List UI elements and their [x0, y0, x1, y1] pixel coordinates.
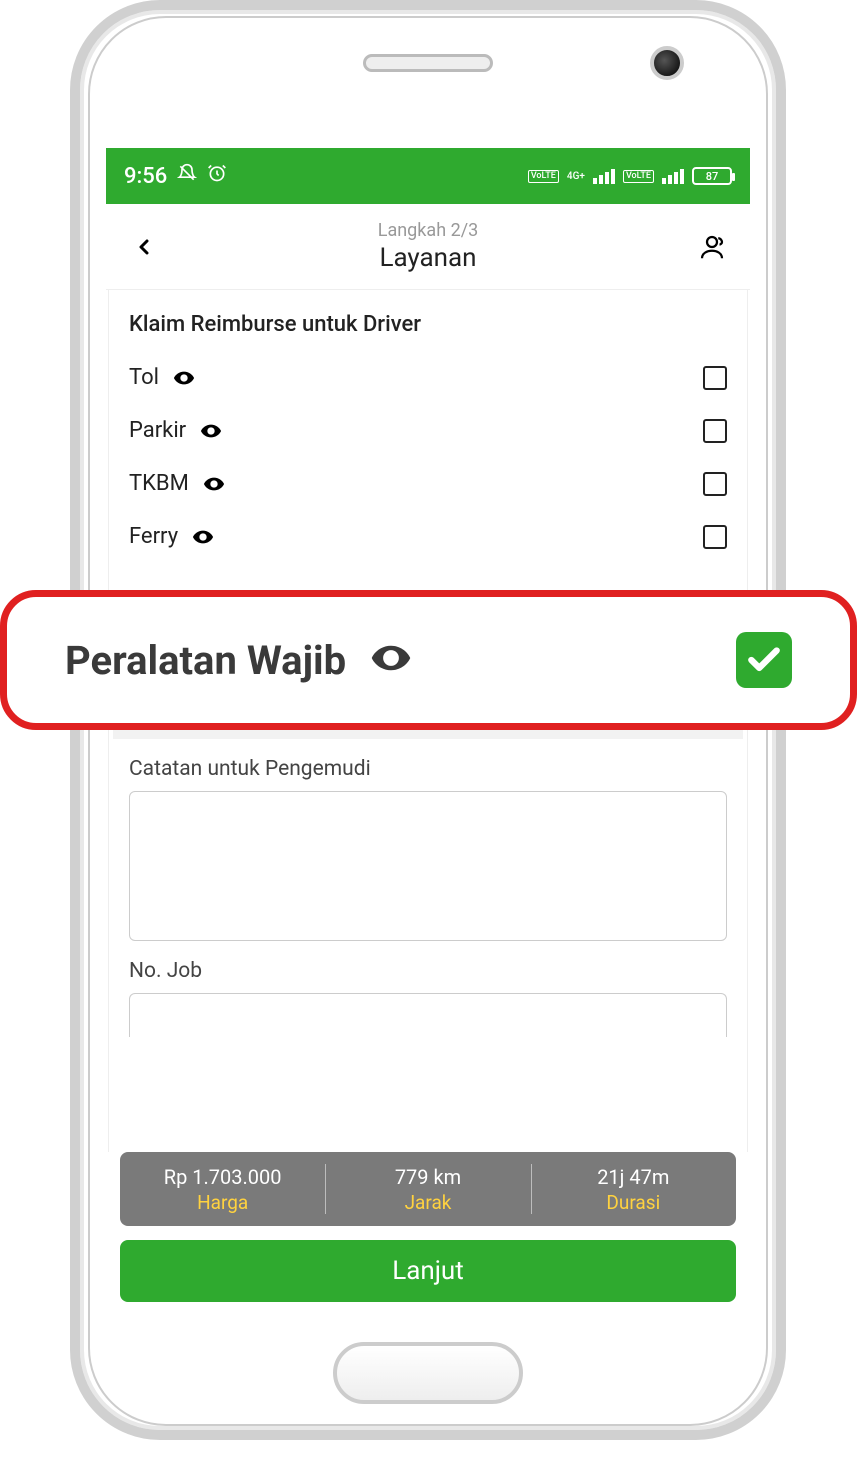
eye-icon[interactable] [173, 367, 195, 389]
driver-note-textarea[interactable] [129, 791, 727, 941]
job-no-input[interactable] [129, 993, 727, 1037]
eye-icon[interactable] [192, 526, 214, 548]
checkbox-parkir[interactable] [703, 419, 727, 443]
alarm-icon [207, 163, 227, 189]
reimburse-label: Tol [129, 365, 159, 390]
step-label: Langkah 2/3 [166, 220, 690, 241]
reimburse-label: Ferry [129, 524, 178, 549]
signal-bars-1 [593, 169, 615, 184]
summary-distance: 779 km Jarak [325, 1152, 530, 1226]
eye-icon[interactable] [370, 637, 412, 683]
summary-price: Rp 1.703.000 Harga [120, 1152, 325, 1226]
bottom-bar: Rp 1.703.000 Harga 779 km Jarak 21j 47m … [106, 1152, 750, 1314]
page-title: Layanan [166, 243, 690, 273]
summary-duration: 21j 47m Durasi [531, 1152, 736, 1226]
app-header: Langkah 2/3 Layanan [106, 204, 750, 290]
reimburse-row-tkbm: TKBM [113, 457, 743, 510]
checkbox-tkbm[interactable] [703, 472, 727, 496]
continue-button[interactable]: Lanjut [120, 1240, 736, 1302]
highlight-label: Peralatan Wajib [65, 637, 346, 684]
phone-home-button[interactable] [333, 1342, 523, 1404]
status-bar: 9:56 VoLTE 4G+ VoLTE 87 [106, 148, 750, 204]
phone-speaker [363, 54, 493, 72]
summary-duration-value: 21j 47m [597, 1165, 669, 1189]
reimburse-row-tol: Tol [113, 351, 743, 404]
reimburse-row-ferry: Ferry [113, 510, 743, 553]
status-time: 9:56 [124, 164, 167, 189]
summary-distance-label: Jarak [405, 1191, 452, 1214]
highlight-peralatan-wajib: Peralatan Wajib [0, 590, 857, 730]
volte-badge-1: VoLTE [528, 170, 559, 183]
reimburse-row-parkir: Parkir [113, 404, 743, 457]
summary-price-label: Harga [197, 1191, 248, 1214]
signal-bars-2 [662, 169, 684, 184]
eye-icon[interactable] [203, 473, 225, 495]
phone-camera [650, 46, 684, 80]
job-no-label: No. Job [113, 941, 743, 993]
reimburse-label: Parkir [129, 418, 186, 443]
mute-icon [177, 163, 197, 189]
support-button[interactable] [690, 232, 734, 262]
checkbox-ferry[interactable] [703, 525, 727, 549]
summary-price-value: Rp 1.703.000 [164, 1165, 282, 1189]
network-type: 4G+ [567, 171, 585, 182]
reimburse-section-title: Klaim Reimburse untuk Driver [113, 290, 743, 351]
summary-bar: Rp 1.703.000 Harga 779 km Jarak 21j 47m … [120, 1152, 736, 1226]
volte-badge-2: VoLTE [623, 170, 654, 183]
reimburse-label: TKBM [129, 471, 189, 496]
driver-note-label: Catatan untuk Pengemudi [113, 739, 743, 791]
battery-icon: 87 [692, 167, 732, 185]
checkbox-peralatan-wajib[interactable] [736, 632, 792, 688]
summary-duration-label: Durasi [606, 1191, 660, 1214]
summary-distance-value: 779 km [395, 1165, 461, 1189]
screen: 9:56 VoLTE 4G+ VoLTE 87 [106, 148, 750, 1314]
eye-icon[interactable] [200, 420, 222, 442]
back-button[interactable] [122, 235, 166, 259]
checkbox-tol[interactable] [703, 366, 727, 390]
